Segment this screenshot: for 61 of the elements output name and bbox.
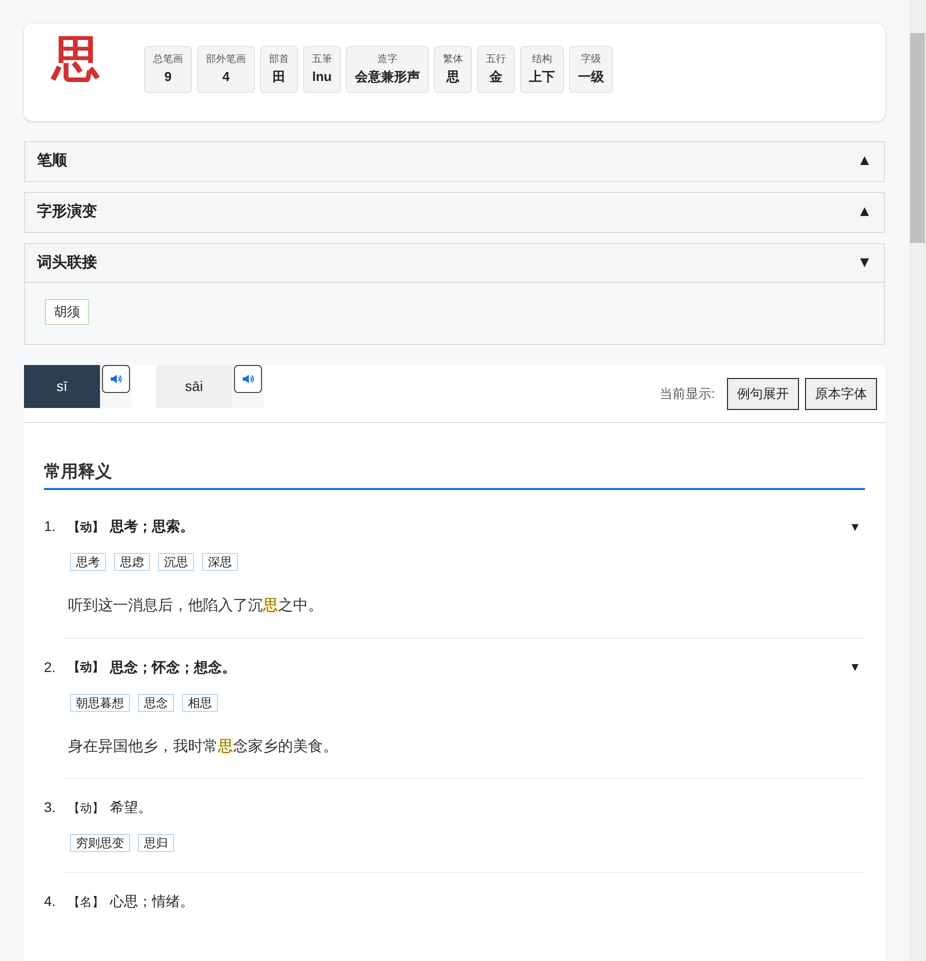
attribute-value: 4 bbox=[222, 68, 230, 86]
related-word[interactable]: 思考 bbox=[70, 553, 106, 571]
definition-number: 1. bbox=[44, 517, 57, 536]
expand-toggle[interactable]: ▼ bbox=[849, 658, 865, 676]
display-button[interactable]: 例句展开 bbox=[727, 378, 799, 410]
toggle-icon[interactable]: ▲ bbox=[857, 150, 872, 173]
attribute-label: 五行 bbox=[486, 52, 506, 66]
related-word[interactable]: 相思 bbox=[182, 694, 218, 712]
display-label: 当前显示: bbox=[659, 384, 715, 403]
part-of-speech: 【动】 bbox=[68, 659, 104, 676]
character-title: 思 bbox=[52, 32, 100, 88]
display-button[interactable]: 原本字体 bbox=[805, 378, 877, 410]
related-word[interactable]: 深思 bbox=[202, 553, 238, 571]
attribute-label: 字级 bbox=[581, 52, 601, 66]
attribute-value: 一级 bbox=[578, 68, 604, 86]
attribute-value: 田 bbox=[272, 68, 286, 86]
speaker-icon[interactable] bbox=[102, 364, 130, 392]
related-word[interactable]: 沉思 bbox=[158, 553, 194, 571]
example-sentence: 听到这一消息后，他陷入了沉思之中。 bbox=[68, 596, 324, 616]
attribute-value: 金 bbox=[490, 68, 502, 86]
scrollbar[interactable] bbox=[909, 0, 926, 961]
scrollbar-thumb[interactable] bbox=[910, 33, 925, 243]
definition-text: 心思；情绪。 bbox=[110, 892, 194, 911]
part-of-speech: 【动】 bbox=[68, 518, 104, 536]
related-word[interactable]: 思归 bbox=[138, 834, 174, 852]
pronunciation-tab[interactable]: sāi bbox=[156, 364, 232, 408]
section-title: 笔顺 bbox=[37, 151, 67, 172]
section-heading: 常用释义 bbox=[44, 458, 865, 490]
word-link[interactable]: 胡须 bbox=[45, 299, 89, 324]
attribute-label: 部首 bbox=[269, 52, 289, 66]
part-of-speech: 【名】 bbox=[68, 894, 104, 910]
attribute-label: 总笔画 bbox=[153, 52, 183, 66]
definition-number: 2. bbox=[44, 658, 57, 676]
related-word[interactable]: 穷则思变 bbox=[70, 834, 130, 852]
related-word[interactable]: 思虑 bbox=[114, 553, 150, 571]
speaker-icon[interactable] bbox=[234, 364, 262, 392]
related-word[interactable]: 朝思暮想 bbox=[70, 694, 130, 712]
definition-number: 3. bbox=[44, 798, 57, 817]
expand-toggle[interactable]: ▼ bbox=[849, 518, 865, 536]
attribute-label: 繁体 bbox=[443, 52, 463, 66]
definition-number: 4. bbox=[44, 892, 57, 911]
attribute-value: 9 bbox=[164, 68, 172, 86]
attribute-value: 会意兼形声 bbox=[355, 68, 420, 86]
section-title: 字形演变 bbox=[37, 202, 97, 222]
toggle-icon[interactable]: ▲ bbox=[857, 201, 872, 224]
attribute-label: 造字 bbox=[378, 52, 398, 66]
attribute-label: 部外笔画 bbox=[206, 52, 246, 66]
definition-text: 希望。 bbox=[110, 798, 152, 817]
example-sentence: 身在异国他乡，我时常思念家乡的美食。 bbox=[68, 736, 339, 756]
definition-text: 思考；思索。 bbox=[110, 517, 194, 536]
pronunciation-tab[interactable]: sī bbox=[24, 364, 100, 408]
toggle-icon[interactable]: ▼ bbox=[857, 252, 872, 274]
section-title: 词头联接 bbox=[37, 252, 97, 273]
attribute-label: 结构 bbox=[532, 52, 552, 66]
attribute-value: 上下 bbox=[529, 68, 555, 86]
attribute-label: 五筆 bbox=[312, 52, 332, 66]
related-word[interactable]: 思念 bbox=[138, 694, 174, 712]
attribute-value: lnu bbox=[312, 68, 332, 86]
definition-text: 思念；怀念；想念。 bbox=[110, 658, 236, 676]
part-of-speech: 【动】 bbox=[68, 800, 104, 816]
attribute-value: 思 bbox=[446, 68, 460, 86]
